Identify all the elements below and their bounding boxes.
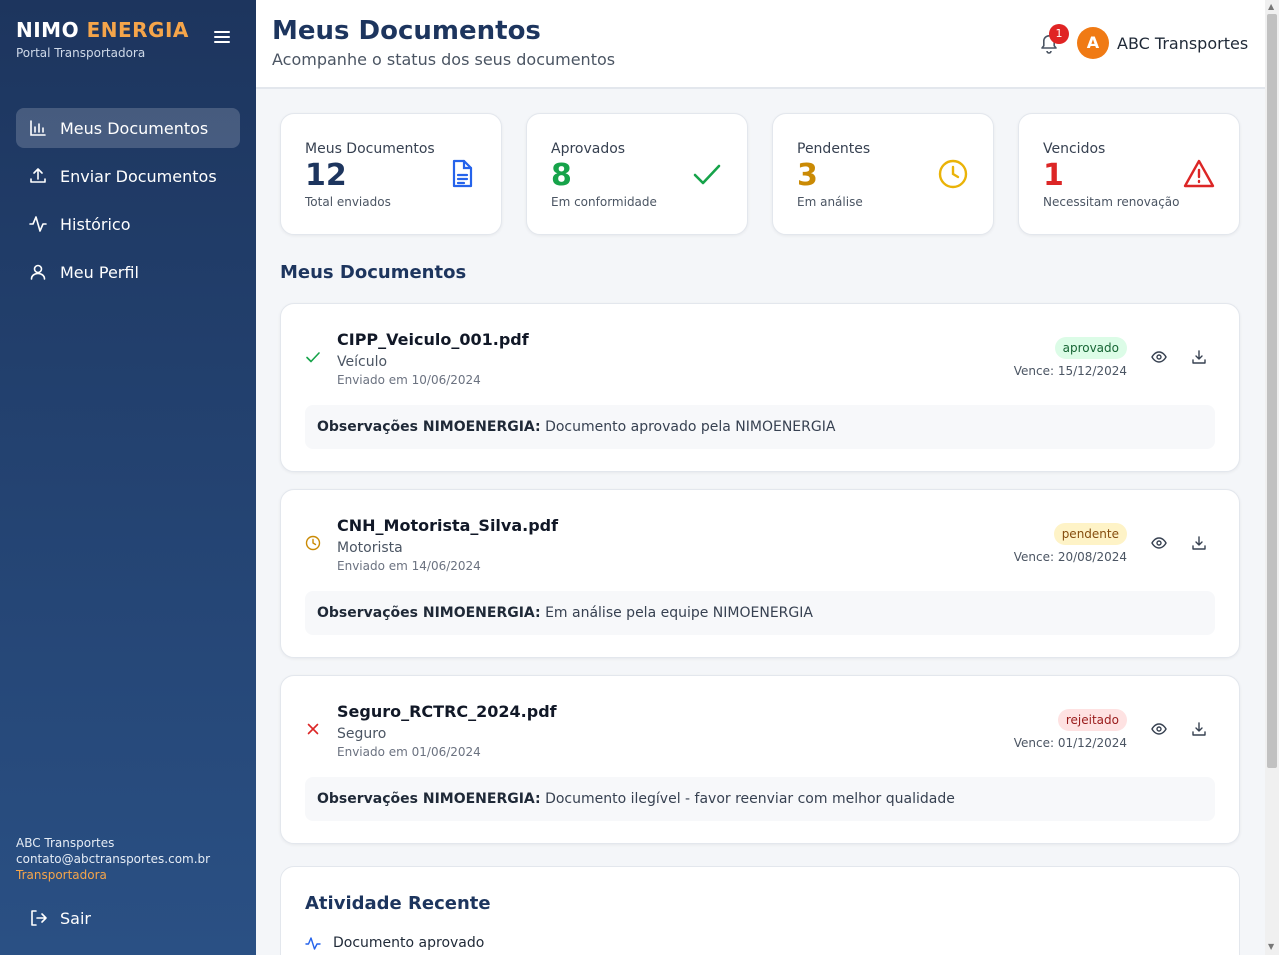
check-icon [306,352,320,363]
document-card: Seguro_RCTRC_2024.pdf Seguro Enviado em … [280,675,1240,844]
user-role: Transportadora [16,868,107,882]
stat-card-expired: Vencidos 1 Necessitam renovação [1018,113,1240,235]
logout-button[interactable]: Sair [16,898,240,938]
stat-card-total: Meus Documentos 12 Total enviados [280,113,502,235]
document-expiry: Vence: 20/08/2024 [1013,550,1127,564]
sidebar-item-label: Histórico [60,214,131,234]
stat-label: Pendentes [797,141,871,157]
sidebar-user-info: ABC Transportes contato@abctransportes.c… [16,835,210,883]
brand-subtitle: Portal Transportadora [16,46,146,60]
document-type: Motorista [337,540,403,556]
document-card: CIPP_Veiculo_001.pdf Veículo Enviado em … [280,303,1240,472]
stat-value: 3 [797,158,818,193]
clock-icon [305,535,321,551]
page-title: Meus Documentos [272,16,541,46]
document-card: CNH_Motorista_Silva.pdf Motorista Enviad… [280,489,1240,658]
stat-value: 1 [1043,158,1064,193]
observation-label: Observações NIMOENERGIA: [317,419,541,435]
activity-icon [305,937,321,950]
observation-label: Observações NIMOENERGIA: [317,605,541,621]
stat-label: Aprovados [551,141,626,157]
sidebar-item-label: Meu Perfil [60,262,139,282]
stat-card-approved: Aprovados 8 Em conformidade [526,113,748,235]
sidebar-item-historico[interactable]: Histórico [16,204,240,244]
sidebar-item-label: Meus Documentos [60,118,209,138]
document-observation: Observações NIMOENERGIA: Em análise pela… [305,591,1215,635]
document-name: Seguro_RCTRC_2024.pdf [337,702,557,721]
brand: NIMO ENERGIA Portal Transportadora [16,18,189,60]
download-icon[interactable] [1191,349,1207,365]
observation-text: Documento ilegível - favor reenviar com … [545,791,955,807]
stat-label: Vencidos [1043,141,1106,157]
brand-logo: NIMO ENERGIA [16,18,189,42]
scrollbar[interactable]: ▲ ▼ [1265,0,1279,955]
recent-activity-panel: Atividade Recente Documento aprovado [280,866,1240,955]
download-icon[interactable] [1191,721,1207,737]
document-type: Seguro [337,726,387,742]
status-badge: rejeitado [1057,709,1127,731]
scroll-up-arrow[interactable]: ▲ [1268,2,1274,11]
stat-value: 12 [305,158,347,193]
document-sent-date: Enviado em 01/06/2024 [337,745,481,759]
eye-icon[interactable] [1151,535,1167,551]
page-subtitle: Acompanhe o status dos seus documentos [272,50,616,69]
warning-icon [1183,159,1215,188]
document-sent-date: Enviado em 14/06/2024 [337,559,481,573]
status-badge: pendente [1053,523,1127,545]
document-observation: Observações NIMOENERGIA: Documento aprov… [305,405,1215,449]
stat-note: Em análise [797,195,863,209]
document-name: CIPP_Veiculo_001.pdf [337,330,529,349]
document-type: Veículo [337,354,388,370]
stat-note: Necessitam renovação [1043,195,1180,209]
download-icon[interactable] [1191,535,1207,551]
user-icon [30,264,46,280]
bar-chart-icon [30,120,46,136]
company-name[interactable]: ABC Transportes [1117,34,1248,53]
activity-item: Documento aprovado [305,935,484,951]
sidebar-item-enviar-documentos[interactable]: Enviar Documentos [16,156,240,196]
notification-badge: 1 [1049,24,1069,44]
document-sent-date: Enviado em 10/06/2024 [337,373,481,387]
scroll-down-arrow[interactable]: ▼ [1268,942,1274,951]
activity-icon [29,216,47,232]
status-badge: aprovado [1054,337,1127,359]
activity-label: Documento aprovado [333,935,485,951]
scroll-thumb[interactable] [1267,14,1277,768]
stat-label: Meus Documentos [305,141,435,157]
hamburger-menu-icon[interactable] [212,28,232,46]
logout-label: Sair [60,908,91,928]
clock-icon [938,159,968,189]
top-header: Meus Documentos Acompanhe o status dos s… [256,0,1265,89]
sidebar-item-meu-perfil[interactable]: Meu Perfil [16,252,240,292]
eye-icon[interactable] [1151,721,1167,737]
stat-card-pending: Pendentes 3 Em análise [772,113,994,235]
document-expiry: Vence: 15/12/2024 [1013,364,1127,378]
close-icon [307,723,319,735]
upload-icon [30,168,46,183]
stat-note: Total enviados [305,195,391,209]
avatar[interactable]: A [1077,27,1109,59]
document-name: CNH_Motorista_Silva.pdf [337,516,559,535]
stat-value: 8 [551,158,572,193]
user-name: ABC Transportes [16,836,115,850]
document-icon [452,159,473,188]
activity-title: Atividade Recente [305,893,491,914]
stat-note: Em conformidade [551,195,657,209]
eye-icon[interactable] [1151,349,1167,365]
sidebar-nav: Meus Documentos Enviar Documentos Histór… [16,108,240,300]
document-observation: Observações NIMOENERGIA: Documento ilegí… [305,777,1215,821]
section-title: Meus Documentos [280,262,467,283]
check-icon [693,164,721,185]
sidebar-item-label: Enviar Documentos [60,166,217,186]
logout-icon [31,910,47,926]
sidebar-item-meus-documentos[interactable]: Meus Documentos [16,108,240,148]
observation-text: Em análise pela equipe NIMOENERGIA [545,605,813,621]
user-email: contato@abctransportes.com.br [16,852,211,866]
document-expiry: Vence: 01/12/2024 [1013,736,1127,750]
observation-label: Observações NIMOENERGIA: [317,791,541,807]
sidebar: NIMO ENERGIA Portal Transportadora Meus … [0,0,256,955]
observation-text: Documento aprovado pela NIMOENERGIA [545,419,836,435]
